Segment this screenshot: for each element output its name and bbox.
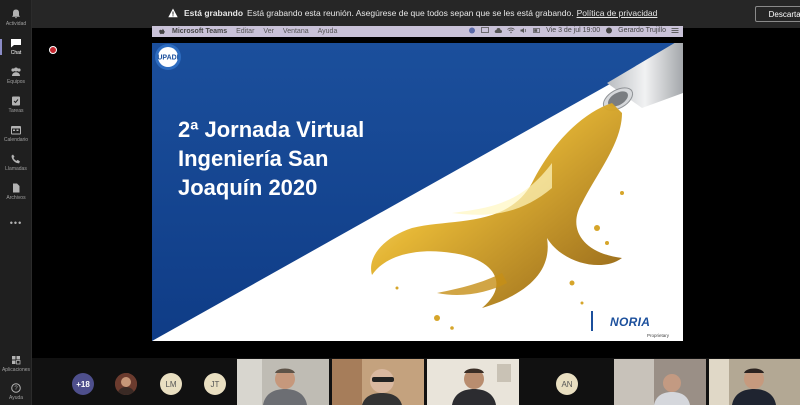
- participant-video[interactable]: [332, 359, 424, 405]
- help-icon: ?: [11, 383, 21, 393]
- macbar-user: Gerardo Trujillo: [618, 27, 666, 34]
- battery-icon: [533, 28, 541, 33]
- participant-video[interactable]: [237, 359, 329, 405]
- rail-item-ayuda[interactable]: ? Ayuda: [0, 378, 32, 405]
- rail-item-label: Equipos: [6, 79, 26, 85]
- macbar-app-name: Microsoft Teams: [172, 28, 228, 35]
- more-participants-button[interactable]: +18: [72, 373, 94, 395]
- slide-title-line: Joaquín 2020: [178, 175, 318, 200]
- cloud-icon: [494, 28, 503, 33]
- rail-item-label: Archivos: [6, 195, 26, 201]
- upadi-logo-text: UPADI: [157, 55, 178, 62]
- rail-item-label: Aplicaciones: [1, 367, 31, 373]
- macbar-menu-ventana: Ventana: [282, 28, 309, 35]
- svg-text:?: ?: [14, 386, 18, 392]
- rail-item-tareas[interactable]: Tareas: [0, 91, 32, 119]
- rail-item-archivos[interactable]: Archivos: [0, 178, 32, 206]
- apps-icon: [12, 356, 21, 365]
- participant-video[interactable]: [614, 359, 706, 405]
- rail-item-label: Tareas: [8, 108, 24, 114]
- rail-item-label: Actividad: [5, 21, 27, 27]
- wifi-icon: [507, 27, 515, 34]
- recording-message: Está grabando Está grabando esta reunión…: [168, 8, 657, 18]
- privacy-policy-link[interactable]: Política de privacidad: [577, 8, 658, 18]
- macbar-status-area: Vie 3 de jul 19:00 Gerardo Trujillo: [468, 27, 679, 34]
- participant-avatar[interactable]: AN: [556, 373, 578, 395]
- participant-avatar[interactable]: LM: [160, 373, 182, 395]
- recording-title: Está grabando: [184, 8, 244, 18]
- rail-more-button[interactable]: •••: [0, 208, 32, 236]
- presentation-slide: 2ª Jornada Virtual Ingeniería San Joaquí…: [152, 43, 683, 341]
- participant-video[interactable]: [427, 359, 519, 405]
- rail-item-calendario[interactable]: Calendario: [0, 120, 32, 148]
- left-rail: Actividad Chat Equipos Tareas Calendario…: [0, 0, 32, 405]
- teams-icon: [11, 67, 21, 76]
- macbar-date: Vie 3 de jul 19:00: [546, 27, 601, 34]
- shared-macos-menubar: Microsoft Teams Editar Ver Ventana Ayuda…: [152, 26, 683, 37]
- screen-share-icon: [469, 27, 476, 34]
- recording-indicator-icon: [49, 46, 57, 54]
- macbar-menu-editar: Editar: [236, 28, 255, 35]
- rail-item-aplicaciones[interactable]: Aplicaciones: [0, 350, 32, 378]
- slide-title-line: Ingeniería San: [178, 146, 329, 171]
- participant-photo: [115, 373, 137, 395]
- more-icon: •••: [9, 218, 23, 228]
- apple-icon: [159, 28, 165, 34]
- rail-item-label: Llamadas: [5, 166, 27, 172]
- rail-item-label: Chat: [10, 50, 22, 56]
- participant-avatar[interactable]: [115, 373, 137, 395]
- rail-item-chat[interactable]: Chat: [0, 33, 32, 61]
- slide-title-line: 2ª Jornada Virtual: [178, 117, 365, 142]
- macbar-menu-ayuda: Ayuda: [317, 28, 338, 35]
- menu-list-icon: [671, 28, 679, 33]
- logo-divider: [591, 311, 593, 331]
- display-icon: [481, 27, 490, 33]
- noria-logo: NORIA: [610, 315, 651, 329]
- rail-item-label: Ayuda: [8, 395, 24, 401]
- user-icon: [606, 27, 613, 34]
- rail-item-actividad[interactable]: Actividad: [0, 4, 32, 32]
- teams-meeting-window: Actividad Chat Equipos Tareas Calendario…: [0, 0, 800, 405]
- files-icon: [13, 183, 20, 193]
- rail-item-equipos[interactable]: Equipos: [0, 62, 32, 90]
- warning-icon: [168, 8, 178, 18]
- noria-logo-caption: Proprietary: [647, 333, 670, 338]
- recording-text: Está grabando esta reunión. Asegúrese de…: [247, 8, 574, 18]
- upadi-logo: UPADI: [155, 44, 181, 70]
- rail-item-llamadas[interactable]: Llamadas: [0, 149, 32, 177]
- phone-icon: [11, 154, 20, 164]
- tasks-icon: [12, 96, 20, 106]
- participant-video[interactable]: [709, 359, 800, 405]
- chat-icon: [11, 39, 21, 48]
- participant-avatar[interactable]: JT: [204, 373, 226, 395]
- calendar-icon: [11, 126, 21, 135]
- macbar-menu-ver: Ver: [263, 28, 274, 35]
- volume-icon: [520, 28, 527, 33]
- bell-icon: [12, 9, 20, 19]
- dismiss-button[interactable]: Descartar: [755, 6, 800, 22]
- rail-item-label: Calendario: [3, 137, 29, 143]
- recording-banner: Está grabando Está grabando esta reunión…: [32, 0, 800, 28]
- slide-title: 2ª Jornada Virtual Ingeniería San Joaquí…: [178, 115, 364, 202]
